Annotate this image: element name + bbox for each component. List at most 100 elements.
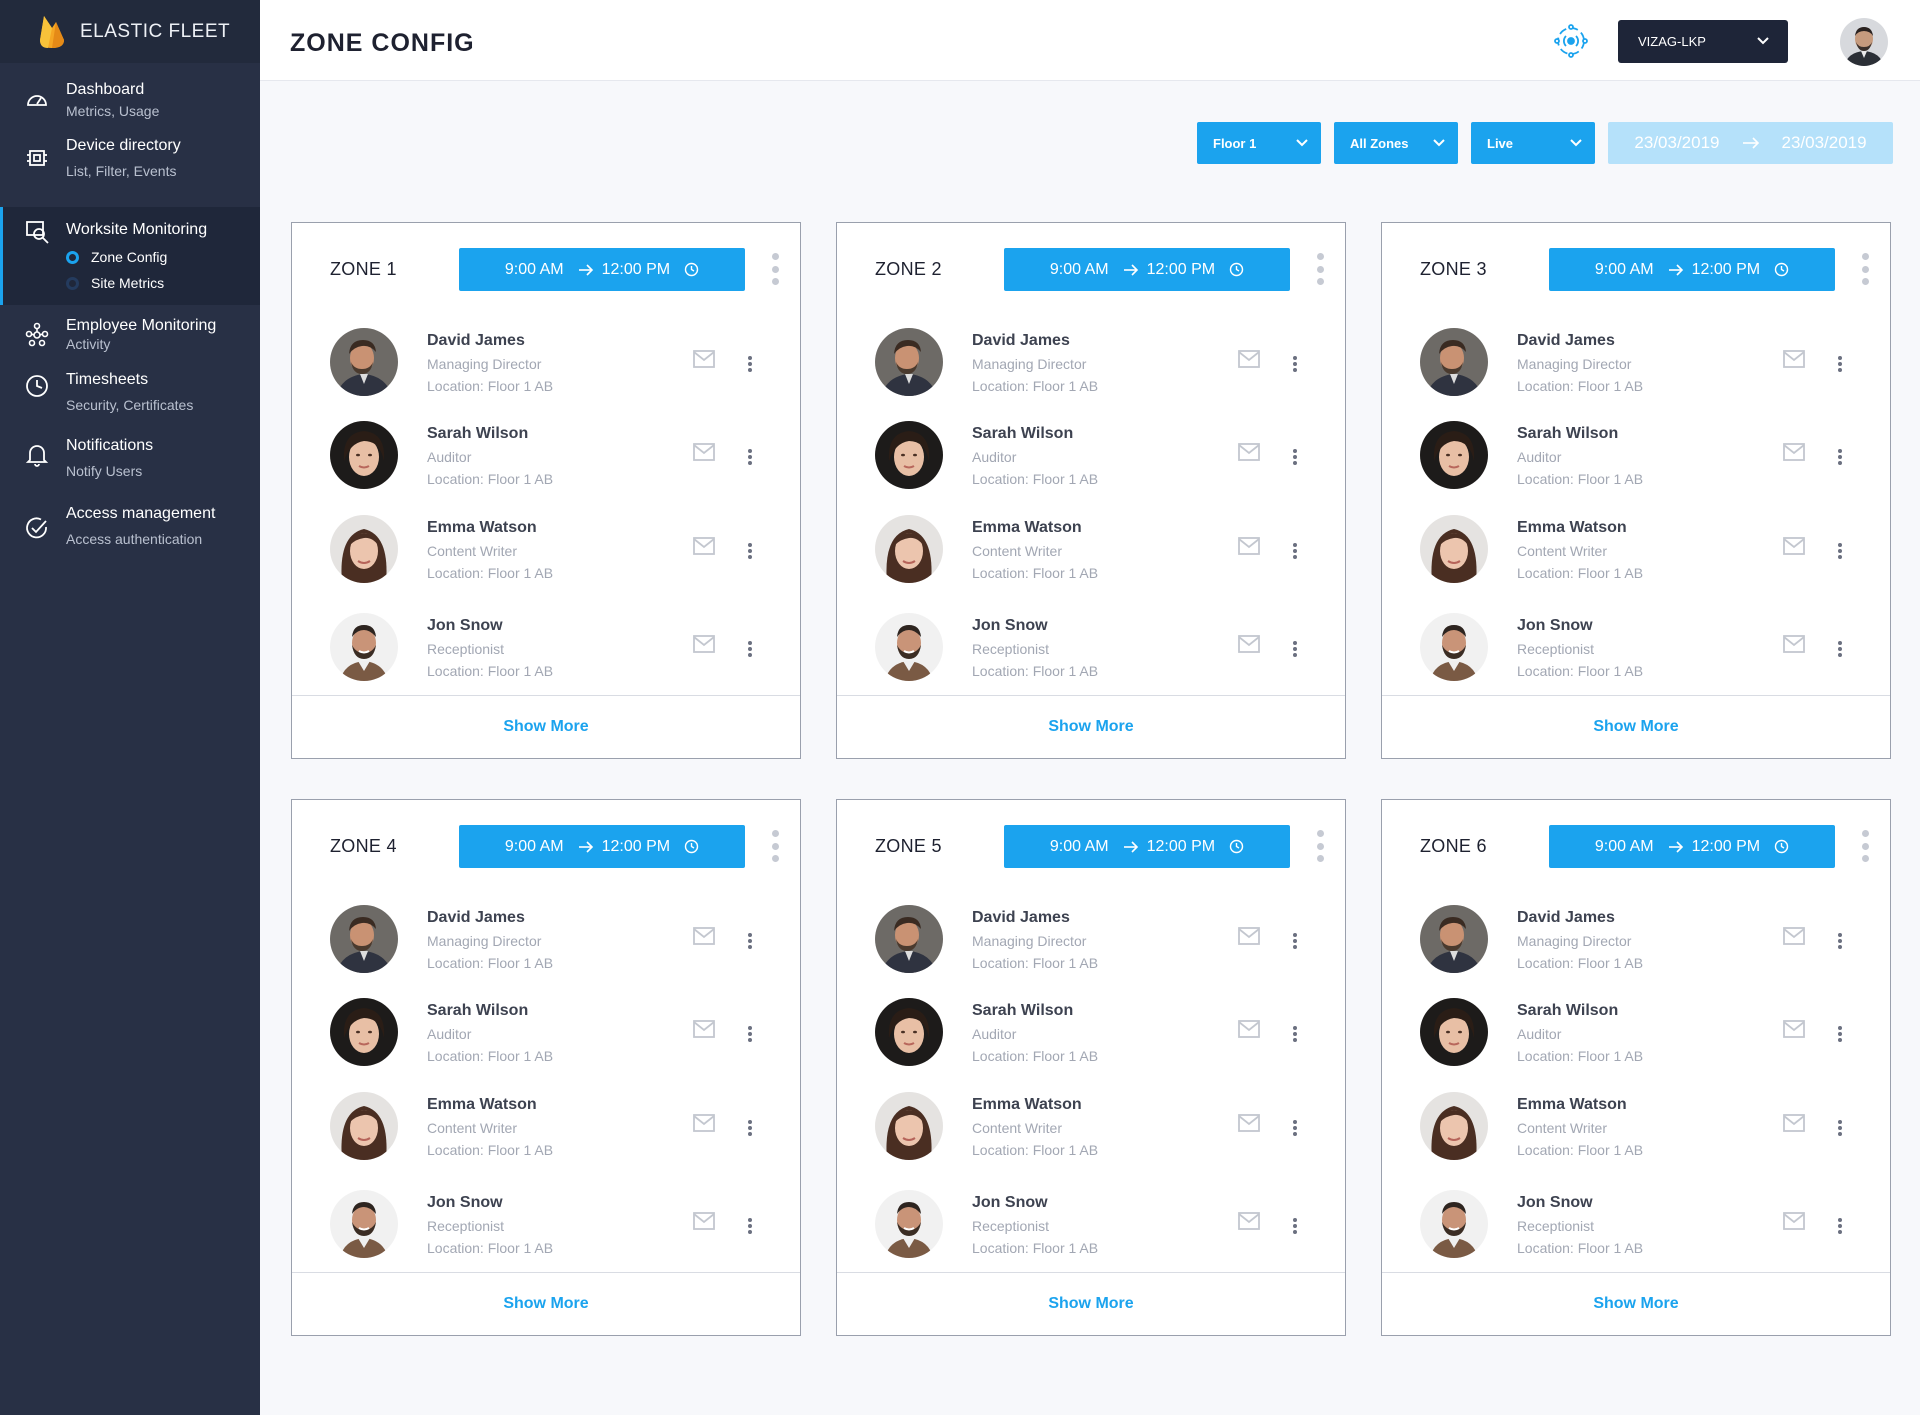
person-row[interactable]: Jon Snow Receptionist Location: Floor 1 … xyxy=(875,613,1315,685)
card-more-menu[interactable] xyxy=(1860,830,1870,862)
person-row[interactable]: Emma Watson Content Writer Location: Flo… xyxy=(330,515,770,587)
mail-icon[interactable] xyxy=(693,1020,715,1038)
person-row[interactable]: David James Managing Director Location: … xyxy=(875,905,1315,977)
person-more-menu[interactable] xyxy=(748,356,752,372)
person-row[interactable]: Sarah Wilson Auditor Location: Floor 1 A… xyxy=(330,421,770,493)
mail-icon[interactable] xyxy=(1783,350,1805,368)
person-more-menu[interactable] xyxy=(1293,641,1297,657)
person-row[interactable]: David James Managing Director Location: … xyxy=(330,905,770,977)
person-row[interactable]: Sarah Wilson Auditor Location: Floor 1 A… xyxy=(1420,421,1860,493)
sidebar-item-access-management[interactable]: Access management Access authentication xyxy=(0,493,260,559)
person-row[interactable]: Sarah Wilson Auditor Location: Floor 1 A… xyxy=(875,421,1315,493)
person-row[interactable]: Jon Snow Receptionist Location: Floor 1 … xyxy=(1420,1190,1860,1262)
person-more-menu[interactable] xyxy=(1293,1120,1297,1136)
person-row[interactable]: Emma Watson Content Writer Location: Flo… xyxy=(330,1092,770,1164)
person-row[interactable]: Jon Snow Receptionist Location: Floor 1 … xyxy=(330,613,770,685)
person-more-menu[interactable] xyxy=(748,641,752,657)
card-more-menu[interactable] xyxy=(770,253,780,285)
mail-icon[interactable] xyxy=(1783,1114,1805,1132)
person-more-menu[interactable] xyxy=(748,1120,752,1136)
mail-icon[interactable] xyxy=(693,927,715,945)
wireless-hub-icon[interactable] xyxy=(1552,22,1590,60)
person-more-menu[interactable] xyxy=(748,449,752,465)
time-range-button[interactable]: 9:00 AM 12:00 PM xyxy=(459,248,745,291)
person-more-menu[interactable] xyxy=(1838,356,1842,372)
user-avatar[interactable] xyxy=(1840,18,1888,66)
person-more-menu[interactable] xyxy=(1293,1026,1297,1042)
person-row[interactable]: Sarah Wilson Auditor Location: Floor 1 A… xyxy=(1420,998,1860,1070)
zones-filter[interactable]: All Zones xyxy=(1334,122,1458,164)
mail-icon[interactable] xyxy=(1238,350,1260,368)
mail-icon[interactable] xyxy=(1783,1020,1805,1038)
mail-icon[interactable] xyxy=(1783,537,1805,555)
person-more-menu[interactable] xyxy=(1838,449,1842,465)
sidebar-item-timesheets[interactable]: Timesheets Security, Certificates xyxy=(0,361,260,427)
sidebar-subitem-zone-config[interactable]: Zone Config xyxy=(66,249,207,265)
mail-icon[interactable] xyxy=(1783,927,1805,945)
show-more-link[interactable]: Show More xyxy=(292,695,800,758)
mail-icon[interactable] xyxy=(693,443,715,461)
mode-filter[interactable]: Live xyxy=(1471,122,1595,164)
mail-icon[interactable] xyxy=(1238,537,1260,555)
person-row[interactable]: Emma Watson Content Writer Location: Flo… xyxy=(1420,1092,1860,1164)
person-more-menu[interactable] xyxy=(1293,543,1297,559)
person-more-menu[interactable] xyxy=(1838,933,1842,949)
person-row[interactable]: Jon Snow Receptionist Location: Floor 1 … xyxy=(875,1190,1315,1262)
mail-icon[interactable] xyxy=(1783,635,1805,653)
mail-icon[interactable] xyxy=(693,1212,715,1230)
mail-icon[interactable] xyxy=(1238,927,1260,945)
show-more-link[interactable]: Show More xyxy=(292,1272,800,1335)
person-more-menu[interactable] xyxy=(748,1218,752,1234)
floor-filter[interactable]: Floor 1 xyxy=(1197,122,1321,164)
person-row[interactable]: Sarah Wilson Auditor Location: Floor 1 A… xyxy=(330,998,770,1070)
mail-icon[interactable] xyxy=(1238,1212,1260,1230)
card-more-menu[interactable] xyxy=(1315,253,1325,285)
mail-icon[interactable] xyxy=(693,350,715,368)
person-more-menu[interactable] xyxy=(1838,543,1842,559)
mail-icon[interactable] xyxy=(1238,635,1260,653)
person-more-menu[interactable] xyxy=(1293,449,1297,465)
card-more-menu[interactable] xyxy=(1315,830,1325,862)
mail-icon[interactable] xyxy=(1238,443,1260,461)
sidebar-item-worksite-monitoring[interactable]: Worksite Monitoring Zone Config Site Met… xyxy=(0,207,260,305)
sidebar-item-device-directory[interactable]: Device directory List, Filter, Events xyxy=(0,137,260,201)
mail-icon[interactable] xyxy=(1238,1114,1260,1132)
person-row[interactable]: Emma Watson Content Writer Location: Flo… xyxy=(875,515,1315,587)
person-row[interactable]: Emma Watson Content Writer Location: Flo… xyxy=(875,1092,1315,1164)
person-more-menu[interactable] xyxy=(1838,1218,1842,1234)
person-row[interactable]: Jon Snow Receptionist Location: Floor 1 … xyxy=(330,1190,770,1262)
date-range-picker[interactable]: 23/03/2019 23/03/2019 xyxy=(1608,122,1893,164)
sidebar-item-notifications[interactable]: Notifications Notify Users xyxy=(0,427,260,493)
sidebar-subitem-site-metrics[interactable]: Site Metrics xyxy=(66,275,207,291)
mail-icon[interactable] xyxy=(1783,1212,1805,1230)
mail-icon[interactable] xyxy=(693,537,715,555)
person-row[interactable]: David James Managing Director Location: … xyxy=(1420,328,1860,400)
person-row[interactable]: David James Managing Director Location: … xyxy=(1420,905,1860,977)
time-range-button[interactable]: 9:00 AM 12:00 PM xyxy=(1549,248,1835,291)
mail-icon[interactable] xyxy=(693,635,715,653)
person-row[interactable]: David James Managing Director Location: … xyxy=(875,328,1315,400)
person-more-menu[interactable] xyxy=(1838,1026,1842,1042)
person-more-menu[interactable] xyxy=(1293,933,1297,949)
brand[interactable]: ELASTIC FLEET xyxy=(0,0,260,63)
show-more-link[interactable]: Show More xyxy=(1382,695,1890,758)
person-more-menu[interactable] xyxy=(1293,1218,1297,1234)
person-row[interactable]: Sarah Wilson Auditor Location: Floor 1 A… xyxy=(875,998,1315,1070)
show-more-link[interactable]: Show More xyxy=(1382,1272,1890,1335)
time-range-button[interactable]: 9:00 AM 12:00 PM xyxy=(1004,248,1290,291)
person-more-menu[interactable] xyxy=(748,933,752,949)
person-row[interactable]: Emma Watson Content Writer Location: Flo… xyxy=(1420,515,1860,587)
card-more-menu[interactable] xyxy=(1860,253,1870,285)
mail-icon[interactable] xyxy=(693,1114,715,1132)
person-more-menu[interactable] xyxy=(748,543,752,559)
person-more-menu[interactable] xyxy=(1838,641,1842,657)
person-more-menu[interactable] xyxy=(748,1026,752,1042)
sidebar-item-employee-monitoring[interactable]: Employee Monitoring Activity xyxy=(0,305,260,361)
person-row[interactable]: Jon Snow Receptionist Location: Floor 1 … xyxy=(1420,613,1860,685)
show-more-link[interactable]: Show More xyxy=(837,695,1345,758)
person-more-menu[interactable] xyxy=(1838,1120,1842,1136)
time-range-button[interactable]: 9:00 AM 12:00 PM xyxy=(1549,825,1835,868)
mail-icon[interactable] xyxy=(1238,1020,1260,1038)
person-row[interactable]: David James Managing Director Location: … xyxy=(330,328,770,400)
card-more-menu[interactable] xyxy=(770,830,780,862)
